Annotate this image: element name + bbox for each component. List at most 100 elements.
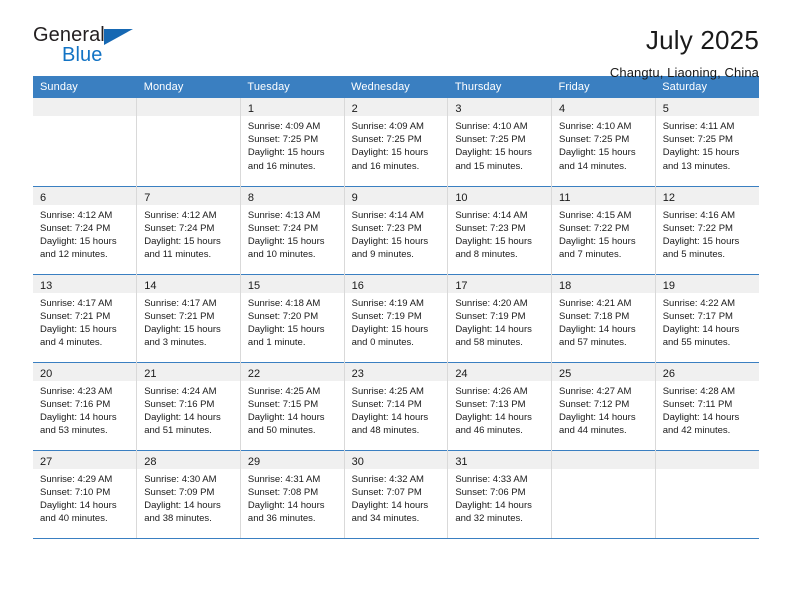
calendar-empty-cell (33, 98, 137, 186)
calendar-day-cell[interactable]: 28 Sunrise: 4:30 AM Sunset: 7:09 PM Dayligh… (136, 449, 241, 539)
day-details: Sunrise: 4:26 AM Sunset: 7:13 PM Daylight:… (448, 381, 551, 438)
day-number: 22 (247, 367, 261, 380)
day-cell-content: 22 Sunrise: 4:25 AM Sunset: 7:15 PM Dayligh… (240, 362, 344, 450)
day-number: 24 (455, 367, 468, 380)
sunrise-text: Sunrise: 4:22 AM (662, 297, 736, 309)
daylight-text: Daylight: 15 hours (247, 323, 325, 335)
day-number-band: 4 (552, 98, 655, 116)
day-number: 12 (662, 191, 675, 204)
daylight-text: and 58 minutes. (455, 337, 523, 349)
calendar-day-cell[interactable]: 4 Sunrise: 4:10 AM Sunset: 7:25 PM Daylight… (551, 98, 656, 186)
daylight-text: and 5 minutes. (662, 249, 726, 261)
day-number: 29 (247, 455, 261, 468)
calendar-day-cell[interactable]: 2 Sunrise: 4:09 AM Sunset: 7:25 PM Daylight… (343, 98, 448, 186)
daylight-text: Daylight: 15 hours (559, 235, 636, 247)
calendar-day-cell[interactable]: 31 Sunrise: 4:33 AM Sunset: 7:06 PM Dayligh… (447, 449, 552, 539)
day-cell-content: 8 Sunrise: 4:13 AM Sunset: 7:24 PM Daylight… (240, 186, 344, 274)
brand-logo[interactable]: General Blue (33, 24, 153, 70)
day-number-band: 5 (655, 98, 759, 116)
calendar-week-row: 13 Sunrise: 4:17 AM Sunset: 7:21 PM Dayligh… (33, 273, 759, 362)
daylight-text: and 14 minutes. (559, 160, 627, 172)
calendar-day-cell[interactable]: 20 Sunrise: 4:23 AM Sunset: 7:16 PM Dayligh… (33, 361, 137, 450)
calendar-day-cell[interactable]: 15 Sunrise: 4:18 AM Sunset: 7:20 PM Dayligh… (239, 273, 345, 362)
logo-triangle-icon (104, 29, 133, 45)
calendar-day-cell[interactable]: 21 Sunrise: 4:24 AM Sunset: 7:16 PM Dayligh… (136, 361, 241, 450)
calendar-day-cell[interactable]: 11 Sunrise: 4:15 AM Sunset: 7:22 PM Dayligh… (551, 185, 656, 274)
daylight-text: Daylight: 15 hours (455, 147, 532, 159)
day-number: 23 (351, 367, 364, 380)
day-number-band (655, 450, 759, 469)
calendar-day-cell[interactable]: 6 Sunrise: 4:12 AM Sunset: 7:24 PM Daylight… (33, 185, 137, 274)
calendar-day-cell[interactable]: 23 Sunrise: 4:25 AM Sunset: 7:14 PM Dayligh… (343, 361, 448, 450)
day-details: Sunrise: 4:30 AM Sunset: 7:09 PM Daylight:… (137, 469, 240, 526)
calendar-day-cell[interactable]: 10 Sunrise: 4:14 AM Sunset: 7:23 PM Dayligh… (447, 185, 552, 274)
calendar-day-cell[interactable]: 26 Sunrise: 4:28 AM Sunset: 7:11 PM Dayligh… (654, 361, 759, 450)
weekday-header-thursday: Thursday (447, 76, 552, 98)
day-details: Sunrise: 4:31 AM Sunset: 7:08 PM Daylight:… (241, 469, 344, 526)
calendar-day-cell[interactable]: 22 Sunrise: 4:25 AM Sunset: 7:15 PM Dayligh… (239, 361, 345, 450)
day-details (33, 116, 136, 120)
calendar-day-cell[interactable]: 5 Sunrise: 4:11 AM Sunset: 7:25 PM Daylight… (654, 98, 759, 186)
calendar-day-cell[interactable]: 14 Sunrise: 4:17 AM Sunset: 7:21 PM Dayligh… (136, 273, 241, 362)
daylight-text: Daylight: 14 hours (144, 411, 221, 423)
daylight-text: Daylight: 14 hours (559, 411, 636, 423)
calendar-day-cell[interactable]: 13 Sunrise: 4:17 AM Sunset: 7:21 PM Dayligh… (33, 273, 137, 362)
day-details (656, 469, 759, 473)
calendar-day-cell[interactable]: 18 Sunrise: 4:21 AM Sunset: 7:18 PM Dayligh… (551, 273, 656, 362)
sunrise-text: Sunrise: 4:16 AM (662, 209, 736, 221)
daylight-text: Daylight: 15 hours (662, 147, 740, 159)
day-number-band: 17 (448, 274, 552, 293)
calendar-day-cell[interactable]: 1 Sunrise: 4:09 AM Sunset: 7:25 PM Daylight… (239, 98, 345, 186)
day-cell-content: 9 Sunrise: 4:14 AM Sunset: 7:23 PM Daylight… (344, 186, 448, 274)
day-cell-content: 5 Sunrise: 4:11 AM Sunset: 7:25 PM Daylight… (655, 98, 759, 186)
sunrise-text: Sunrise: 4:31 AM (247, 473, 321, 485)
day-number-band: 6 (33, 186, 137, 205)
sunrise-text: Sunrise: 4:29 AM (40, 473, 113, 485)
calendar-day-cell[interactable]: 29 Sunrise: 4:31 AM Sunset: 7:08 PM Dayligh… (239, 449, 345, 539)
daylight-text: Daylight: 14 hours (455, 323, 532, 335)
day-cell-content: 18 Sunrise: 4:21 AM Sunset: 7:18 PM Dayligh… (552, 274, 655, 362)
calendar-day-cell[interactable]: 8 Sunrise: 4:13 AM Sunset: 7:24 PM Daylight… (239, 185, 345, 274)
day-details: Sunrise: 4:22 AM Sunset: 7:17 PM Daylight:… (656, 293, 759, 350)
calendar-day-cell[interactable]: 24 Sunrise: 4:26 AM Sunset: 7:13 PM Dayligh… (447, 361, 552, 450)
day-number: 10 (455, 191, 468, 204)
day-details: Sunrise: 4:17 AM Sunset: 7:21 PM Daylight:… (33, 293, 136, 350)
day-details: Sunrise: 4:21 AM Sunset: 7:18 PM Daylight:… (552, 293, 655, 350)
day-number-band: 19 (655, 274, 759, 293)
day-details: Sunrise: 4:09 AM Sunset: 7:25 PM Daylight:… (345, 116, 448, 173)
sunset-text: Sunset: 7:25 PM (662, 134, 733, 146)
calendar-day-cell[interactable]: 27 Sunrise: 4:29 AM Sunset: 7:10 PM Dayligh… (33, 449, 137, 539)
day-cell-content: 6 Sunrise: 4:12 AM Sunset: 7:24 PM Daylight… (33, 186, 137, 274)
calendar-day-cell[interactable]: 12 Sunrise: 4:16 AM Sunset: 7:22 PM Dayligh… (654, 185, 759, 274)
day-details: Sunrise: 4:11 AM Sunset: 7:25 PM Daylight:… (656, 116, 759, 173)
calendar-day-cell[interactable]: 25 Sunrise: 4:27 AM Sunset: 7:12 PM Dayligh… (551, 361, 656, 450)
calendar-day-cell[interactable]: 16 Sunrise: 4:19 AM Sunset: 7:19 PM Dayligh… (343, 273, 448, 362)
day-details: Sunrise: 4:13 AM Sunset: 7:24 PM Daylight:… (241, 205, 344, 262)
daylight-text: Daylight: 15 hours (144, 235, 221, 247)
day-number-band: 28 (137, 450, 240, 469)
day-cell-content: 3 Sunrise: 4:10 AM Sunset: 7:25 PM Daylight… (448, 98, 552, 186)
day-number-band: 15 (240, 274, 344, 293)
sunset-text: Sunset: 7:16 PM (40, 398, 111, 410)
calendar-day-cell[interactable]: 9 Sunrise: 4:14 AM Sunset: 7:23 PM Daylight… (343, 185, 448, 274)
calendar-week-row: 6 Sunrise: 4:12 AM Sunset: 7:24 PM Daylight… (33, 185, 759, 274)
calendar-day-cell[interactable]: 30 Sunrise: 4:32 AM Sunset: 7:07 PM Dayligh… (343, 449, 448, 539)
day-number: 27 (40, 455, 53, 468)
calendar-day-cell[interactable]: 3 Sunrise: 4:10 AM Sunset: 7:25 PM Daylight… (447, 98, 552, 186)
day-number-band: 23 (344, 362, 448, 381)
sunset-text: Sunset: 7:11 PM (662, 398, 733, 410)
calendar-day-cell[interactable]: 7 Sunrise: 4:12 AM Sunset: 7:24 PM Daylight… (136, 185, 241, 274)
day-cell-content: 4 Sunrise: 4:10 AM Sunset: 7:25 PM Daylight… (552, 98, 655, 186)
daylight-text: and 32 minutes. (455, 513, 523, 525)
sunset-text: Sunset: 7:21 PM (40, 310, 111, 322)
daylight-text: Daylight: 14 hours (455, 499, 532, 511)
daylight-text: Daylight: 14 hours (559, 323, 636, 335)
calendar-day-cell[interactable]: 19 Sunrise: 4:22 AM Sunset: 7:17 PM Dayligh… (654, 273, 759, 362)
daylight-text: Daylight: 14 hours (247, 411, 325, 423)
day-cell-content: 17 Sunrise: 4:20 AM Sunset: 7:19 PM Dayligh… (448, 274, 552, 362)
daylight-text: Daylight: 15 hours (559, 147, 636, 159)
day-cell-content (552, 450, 655, 538)
calendar-empty-cell (136, 98, 241, 186)
sunset-text: Sunset: 7:25 PM (455, 134, 526, 146)
calendar-day-cell[interactable]: 17 Sunrise: 4:20 AM Sunset: 7:19 PM Dayligh… (447, 273, 552, 362)
